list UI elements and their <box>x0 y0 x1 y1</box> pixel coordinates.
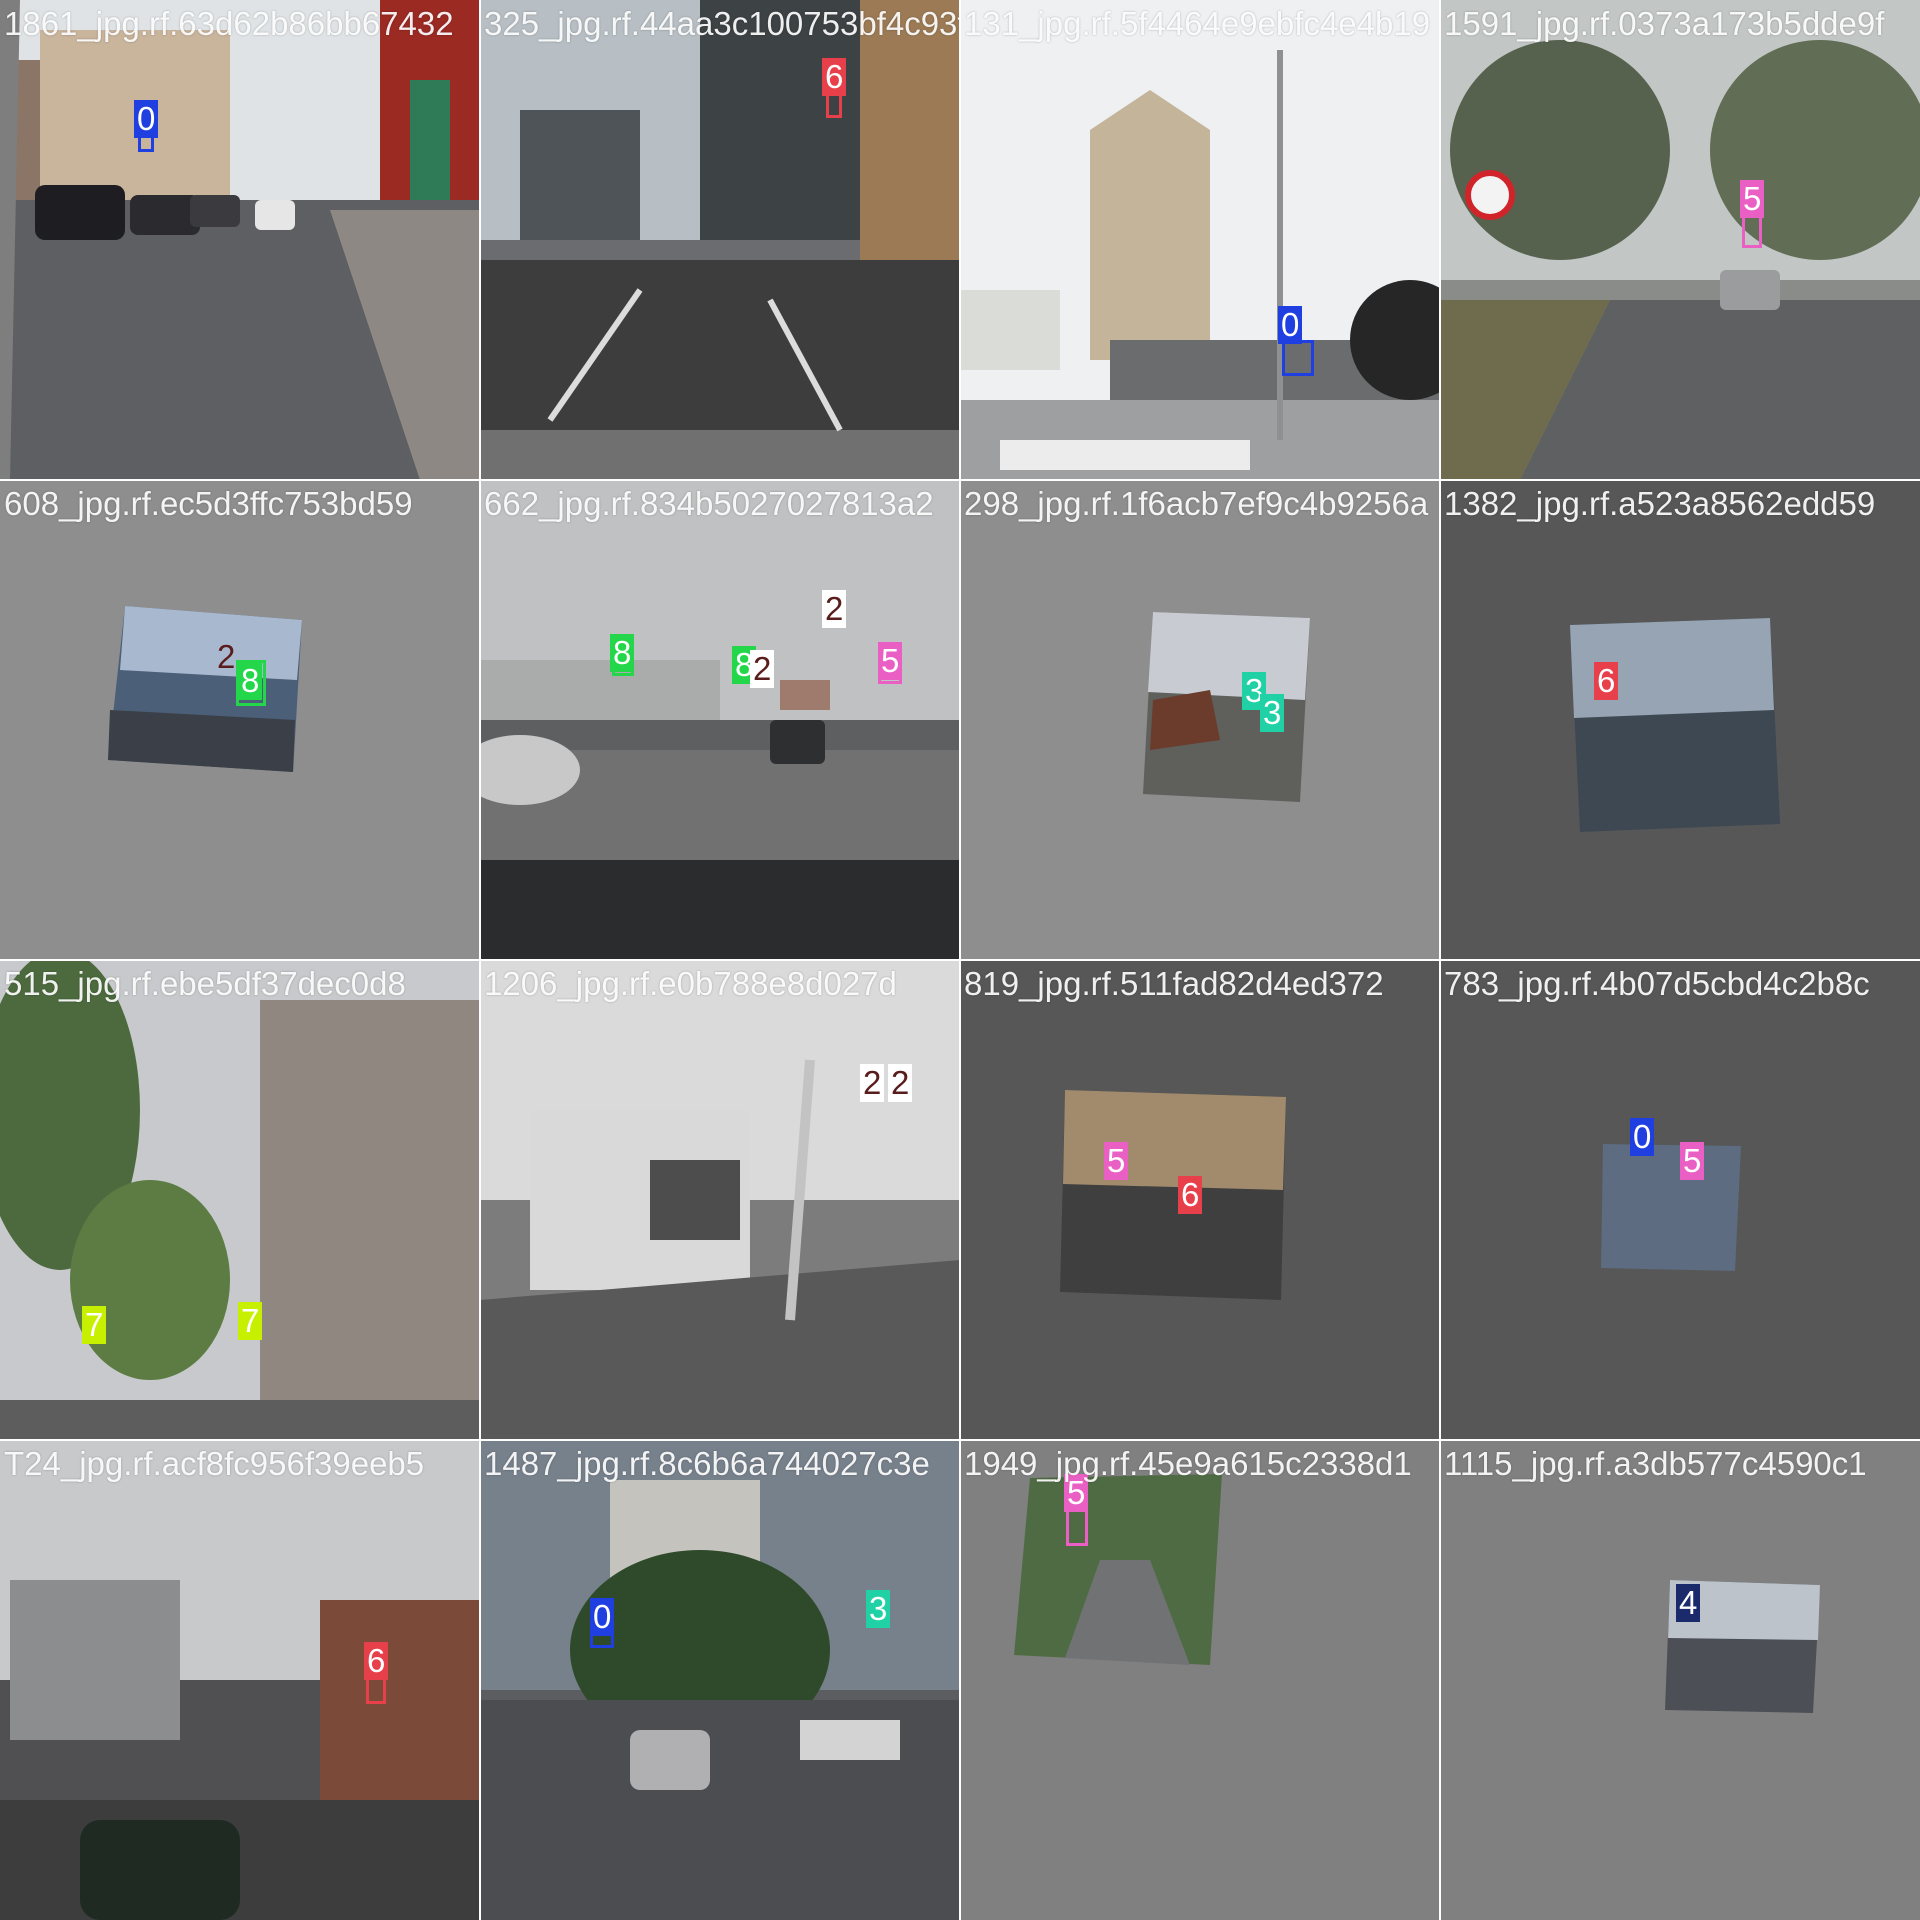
street-photo <box>480 1440 960 1920</box>
tile-caption: 1949_jpg.rf.45e9a615c2338d1 <box>964 1445 1412 1482</box>
tile-caption: 131_jpg.rf.5f4464e9ebfc4e4b19 <box>964 5 1431 42</box>
street-photo <box>480 480 960 960</box>
tile-caption: 783_jpg.rf.4b07d5cbd4c2b8c <box>1444 965 1870 1002</box>
street-photo <box>0 0 480 480</box>
street-photo <box>480 0 960 480</box>
class-label: 3 <box>1260 694 1285 732</box>
street-photo <box>960 480 1440 960</box>
tile-caption: 1487_jpg.rf.8c6b6a744027c3e <box>484 1445 930 1482</box>
mosaic-tile: 662_jpg.rf.834b5027027813a2 2 8 8 2 5 <box>480 480 960 960</box>
class-label: 2 <box>750 650 775 688</box>
street-photo <box>960 1440 1440 1920</box>
tile-caption: 1591_jpg.rf.0373a173b5dde9f <box>1444 5 1885 42</box>
tile-caption: 1861_jpg.rf.63d62b86bb67432 <box>4 5 454 42</box>
mosaic-tile: 131_jpg.rf.5f4464e9ebfc4e4b19 0 <box>960 0 1440 480</box>
class-label: 8 <box>610 634 635 672</box>
mosaic-tile: 1591_jpg.rf.0373a173b5dde9f 5 <box>1440 0 1920 480</box>
tile-caption: 1115_jpg.rf.a3db577c4590c1 <box>1444 1445 1867 1482</box>
class-label: 0 <box>134 100 159 138</box>
mosaic-tile: 608_jpg.rf.ec5d3ffc753bd59 2 8 <box>0 480 480 960</box>
grid-divider <box>0 959 1920 961</box>
mosaic-tile: 1382_jpg.rf.a523a8562edd59 6 <box>1440 480 1920 960</box>
street-photo <box>0 1440 480 1920</box>
class-label: 2 <box>888 1064 913 1102</box>
mosaic-tile: 298_jpg.rf.1f6acb7ef9c4b9256a 3 3 <box>960 480 1440 960</box>
mosaic-tile: 515_jpg.rf.ebe5df37dec0d8 7 7 <box>0 960 480 1440</box>
street-photo <box>1440 960 1920 1440</box>
mosaic-tile: 325_jpg.rf.44aa3c100753bf4c93f2 6 <box>480 0 960 480</box>
class-label: 6 <box>364 1642 389 1680</box>
class-label: 6 <box>822 58 847 96</box>
mosaic-tile: 819_jpg.rf.511fad82d4ed372 5 6 <box>960 960 1440 1440</box>
mosaic-tile: 1487_jpg.rf.8c6b6a744027c3e 0 3 <box>480 1440 960 1920</box>
grid-divider <box>0 479 1920 481</box>
street-photo <box>960 0 1440 480</box>
mosaic-tile: 783_jpg.rf.4b07d5cbd4c2b8c 0 5 <box>1440 960 1920 1440</box>
grid-divider <box>0 1439 1920 1441</box>
tile-caption: T24_jpg.rf.acf8fc956f39eeb5 <box>4 1445 425 1482</box>
class-label: 0 <box>1630 1118 1655 1156</box>
mosaic-tile: 1206_jpg.rf.e0b788e8d027d 2 2 <box>480 960 960 1440</box>
class-label: 2 <box>860 1064 885 1102</box>
tile-caption: 325_jpg.rf.44aa3c100753bf4c93f2 <box>484 5 960 42</box>
street-photo <box>0 480 480 960</box>
class-label: 2 <box>822 590 847 628</box>
class-label: 8 <box>238 662 263 700</box>
street-photo <box>480 960 960 1440</box>
tile-caption: 1206_jpg.rf.e0b788e8d027d <box>484 965 897 1002</box>
street-photo <box>0 960 480 1440</box>
tile-caption: 515_jpg.rf.ebe5df37dec0d8 <box>4 965 406 1002</box>
class-label: 5 <box>878 642 903 680</box>
detection-box <box>1066 1506 1088 1546</box>
mosaic-tile: 1115_jpg.rf.a3db577c4590c1 4 <box>1440 1440 1920 1920</box>
class-label: 7 <box>82 1306 107 1344</box>
class-label: 0 <box>1278 306 1303 344</box>
class-label: 6 <box>1594 662 1619 700</box>
class-label: 7 <box>238 1302 263 1340</box>
detection-mosaic: 1861_jpg.rf.63d62b86bb67432 0 325_jpg.rf… <box>0 0 1920 1920</box>
class-label: 5 <box>1740 180 1765 218</box>
tile-caption: 819_jpg.rf.511fad82d4ed372 <box>964 965 1384 1002</box>
class-label: 2 <box>217 638 236 675</box>
tile-caption: 608_jpg.rf.ec5d3ffc753bd59 <box>4 485 413 522</box>
tile-caption: 1382_jpg.rf.a523a8562edd59 <box>1444 485 1876 522</box>
class-label: 4 <box>1676 1584 1701 1622</box>
tile-caption: 298_jpg.rf.1f6acb7ef9c4b9256a <box>964 485 1429 522</box>
class-label: 0 <box>590 1598 615 1636</box>
mosaic-tile: 1861_jpg.rf.63d62b86bb67432 0 <box>0 0 480 480</box>
street-photo <box>1440 480 1920 960</box>
class-label: 3 <box>866 1590 891 1628</box>
street-photo <box>1440 1440 1920 1920</box>
detection-box <box>1282 340 1314 376</box>
street-photo <box>1440 0 1920 480</box>
class-label: 5 <box>1104 1142 1129 1180</box>
mosaic-tile: T24_jpg.rf.acf8fc956f39eeb5 6 <box>0 1440 480 1920</box>
tile-caption: 662_jpg.rf.834b5027027813a2 <box>484 485 934 522</box>
mosaic-tile: 1949_jpg.rf.45e9a615c2338d1 5 <box>960 1440 1440 1920</box>
class-label: 5 <box>1680 1142 1705 1180</box>
class-label: 6 <box>1178 1176 1203 1214</box>
